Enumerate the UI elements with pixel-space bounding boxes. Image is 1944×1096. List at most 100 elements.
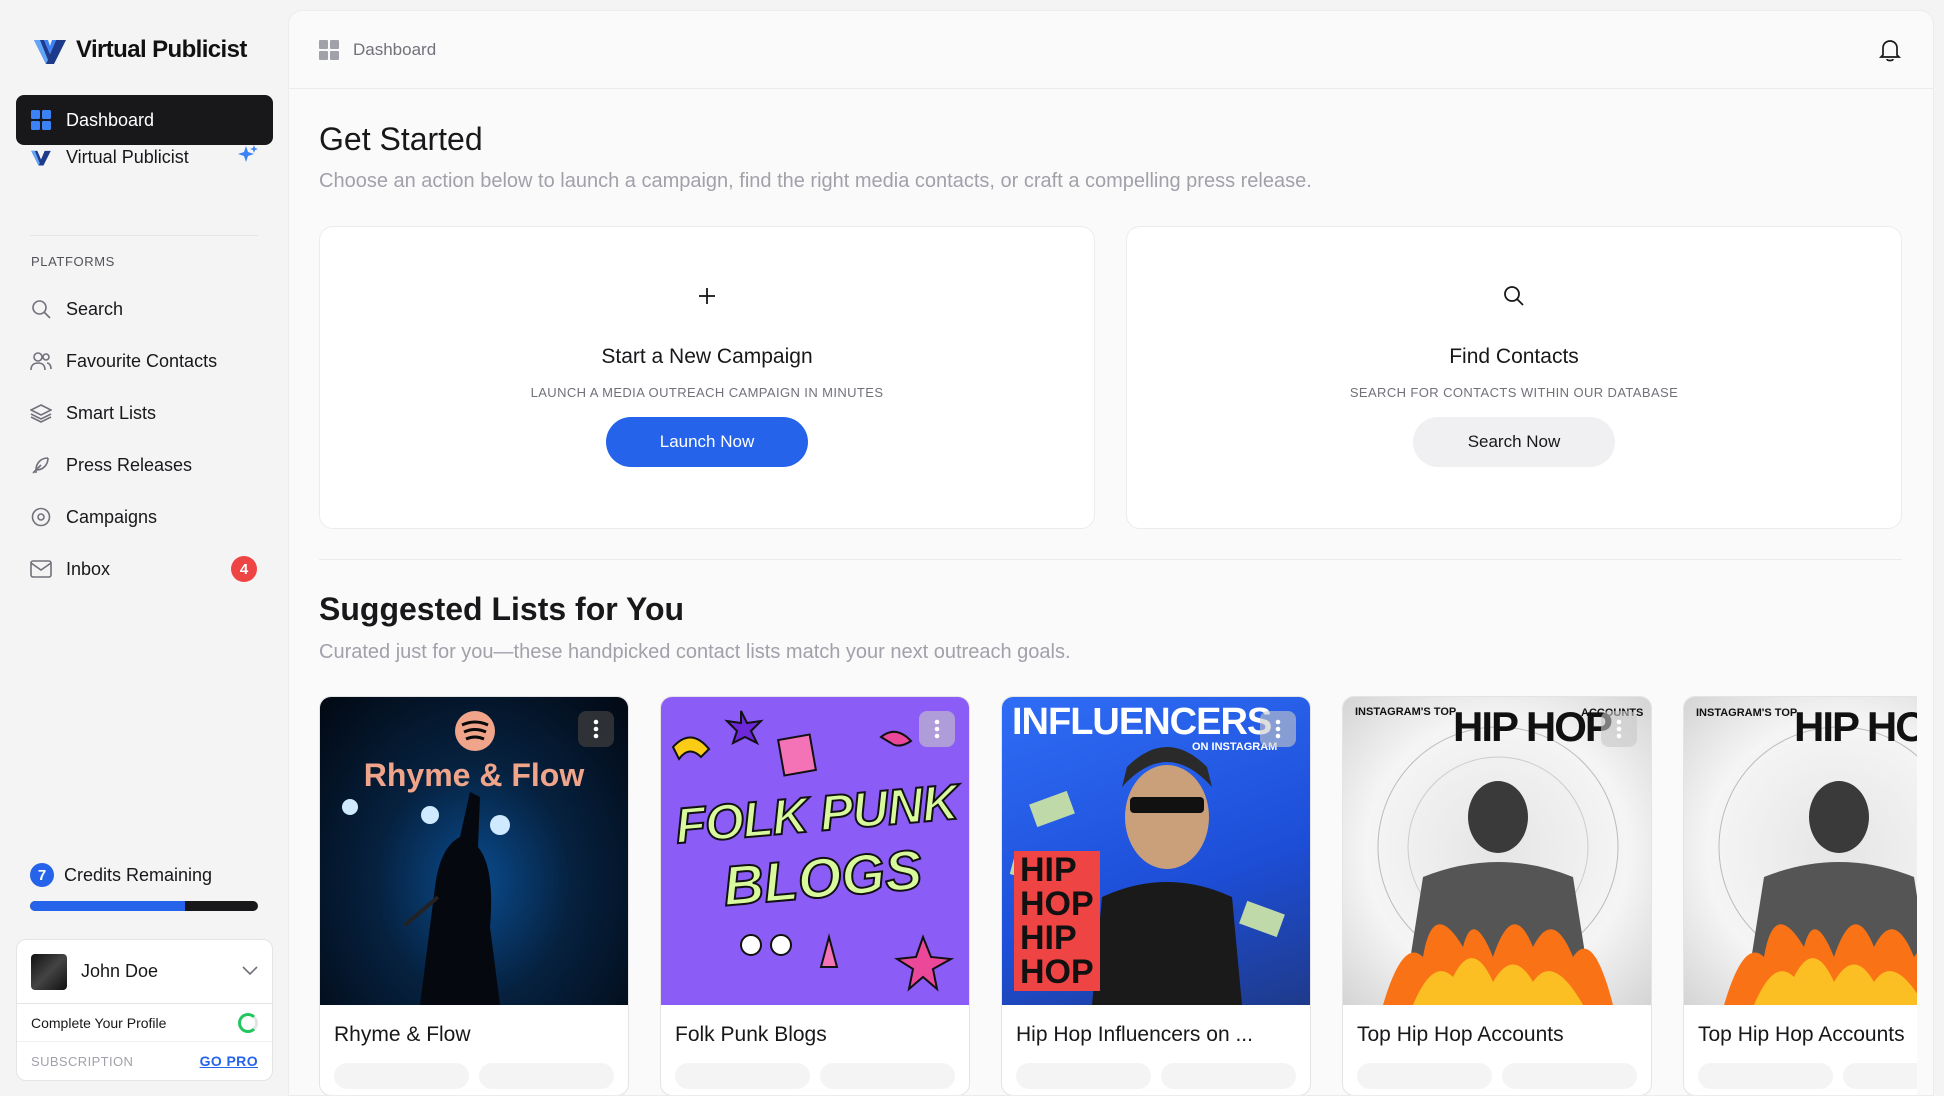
profile-menu-toggle[interactable]: John Doe (17, 940, 272, 1004)
sidebar-item-favourite-contacts[interactable]: Favourite Contacts (16, 336, 273, 386)
app-logo[interactable]: Virtual Publicist (32, 34, 247, 66)
sidebar-item-search[interactable]: Search (16, 284, 273, 334)
card-subtitle: SEARCH FOR CONTACTS WITHIN OUR DATABASE (1349, 385, 1679, 400)
list-tag (479, 1063, 614, 1089)
subscription-row: SUBSCRIPTION GO PRO (17, 1042, 272, 1080)
list-cover-image: INSTAGRAM'S TOP HIP HOP (1684, 697, 1917, 1005)
profile-name: John Doe (81, 961, 159, 981)
card-title: Find Contacts (1449, 345, 1579, 368)
list-card[interactable]: INSTAGRAM'S TOP HIP HOP ACCOUNTS Top Hip… (1342, 696, 1652, 1095)
sidebar-item-smart-lists[interactable]: Smart Lists (16, 388, 273, 438)
list-title: Rhyme & Flow (334, 1023, 471, 1046)
go-pro-link[interactable]: GO PRO (200, 1053, 258, 1069)
list-card-menu-button[interactable] (1601, 711, 1637, 747)
app-root: Virtual Publicist Dashboard Virtual Publ… (0, 0, 1944, 1096)
list-card[interactable]: INFLUENCERS ON INSTAGRAM HIP HOP HIP HOP… (1001, 696, 1311, 1095)
list-tag (1161, 1063, 1296, 1089)
sidebar-item-label: Favourite Contacts (66, 350, 218, 371)
list-cover-word: HOP (1020, 953, 1094, 991)
card-title: Start a New Campaign (601, 345, 813, 368)
credits-panel: 7 Credits Remaining (30, 863, 260, 911)
credits-label: Credits Remaining (64, 864, 213, 885)
sidebar: Virtual Publicist Dashboard Virtual Publ… (0, 0, 288, 1096)
sidebar-item-label: Smart Lists (66, 402, 157, 423)
feather-icon (30, 454, 52, 476)
users-icon (30, 350, 52, 372)
list-cover-hiphop-block: HIP HOP HIP HOP (1014, 851, 1100, 991)
suggested-lists-subtitle: Curated just for you—these handpicked co… (319, 641, 1071, 663)
section-divider (319, 559, 1902, 560)
list-cover-word: HIP (1020, 851, 1077, 889)
list-cover-subtitle: INSTAGRAM'S TOP (1696, 707, 1798, 719)
credits-count: 7 (30, 863, 54, 887)
list-tags (334, 1063, 614, 1089)
subscription-label: SUBSCRIPTION (31, 1053, 134, 1069)
list-tag (1843, 1063, 1917, 1089)
list-cover-image: INSTAGRAM'S TOP HIP HOP ACCOUNTS (1343, 697, 1651, 1005)
sidebar-item-label: Virtual Publicist (66, 146, 189, 167)
start-campaign-card: Start a New Campaign LAUNCH A MEDIA OUTR… (319, 226, 1095, 529)
mail-icon (30, 558, 52, 580)
list-cover-image: INFLUENCERS ON INSTAGRAM HIP HOP HIP HOP (1002, 697, 1310, 1005)
list-cover-word: HIP (1020, 919, 1077, 957)
plus-icon (699, 288, 715, 304)
list-tags (1698, 1063, 1917, 1089)
list-tag (1016, 1063, 1151, 1089)
list-tags (1357, 1063, 1637, 1089)
launch-now-button[interactable]: Launch Now (606, 417, 808, 467)
list-tag (334, 1063, 469, 1089)
sidebar-item-campaigns[interactable]: Campaigns (16, 492, 273, 542)
list-cover-image: Rhyme & Flow (320, 697, 628, 1005)
sidebar-item-inbox[interactable]: Inbox 4 (16, 544, 273, 594)
list-tags (675, 1063, 955, 1089)
target-icon (30, 506, 52, 528)
list-tag (1502, 1063, 1637, 1089)
list-cover-word: HOP (1020, 885, 1094, 923)
find-contacts-card: Find Contacts SEARCH FOR CONTACTS WITHIN… (1126, 226, 1902, 529)
dashboard-grid-icon (319, 39, 339, 60)
sidebar-item-label: Inbox (66, 558, 111, 579)
list-tags (1016, 1063, 1296, 1089)
list-title: Folk Punk Blogs (675, 1023, 827, 1046)
credits-progress-bar (30, 901, 258, 911)
more-vertical-icon (1616, 719, 1622, 739)
topbar: Dashboard (289, 11, 1933, 89)
sidebar-item-press-releases[interactable]: Press Releases (16, 440, 273, 490)
logo-icon (34, 40, 66, 64)
sidebar-item-label: Search (66, 298, 124, 319)
page-subtitle: Choose an action below to launch a campa… (319, 170, 1312, 192)
search-icon (1504, 286, 1524, 306)
chevron-down-icon (242, 963, 258, 981)
profile-progress-ring-icon (238, 1012, 258, 1033)
logo-icon (30, 146, 52, 168)
list-card[interactable]: INSTAGRAM'S TOP HIP HOP Top Hip Hop Acco… (1683, 696, 1917, 1095)
complete-profile-link[interactable]: Complete Your Profile (17, 1004, 272, 1042)
more-vertical-icon (593, 719, 599, 739)
list-tag (820, 1063, 955, 1089)
list-card-menu-button[interactable] (578, 711, 614, 747)
breadcrumb: Dashboard (319, 39, 436, 60)
search-now-button[interactable]: Search Now (1413, 417, 1615, 467)
breadcrumb-label[interactable]: Dashboard (353, 40, 436, 60)
sparkle-icon (237, 144, 259, 171)
search-icon (30, 298, 52, 320)
list-card-menu-button[interactable] (919, 711, 955, 747)
avatar (31, 953, 67, 990)
complete-profile-label: Complete Your Profile (31, 1014, 167, 1031)
suggested-lists-carousel: Rhyme & Flow Rhyme & Flow FOLK PUNK BLOG… (319, 696, 1917, 1095)
sidebar-divider (30, 235, 258, 236)
more-vertical-icon (934, 719, 940, 739)
list-title: Top Hip Hop Accounts (1698, 1023, 1905, 1046)
list-card[interactable]: Rhyme & Flow Rhyme & Flow (319, 696, 629, 1095)
list-cover-subtitle: INSTAGRAM'S TOP (1355, 706, 1457, 718)
page-title: Get Started (319, 121, 483, 157)
main-content: Dashboard Get Started Choose an action b… (288, 10, 1934, 1096)
more-vertical-icon (1275, 719, 1281, 739)
bell-icon[interactable] (1877, 37, 1903, 63)
layers-icon (30, 402, 52, 424)
list-card[interactable]: FOLK PUNK BLOGS Folk Punk Blogs (660, 696, 970, 1095)
list-title: Top Hip Hop Accounts (1357, 1023, 1564, 1046)
list-card-menu-button[interactable] (1260, 711, 1296, 747)
sidebar-item-virtual-publicist[interactable]: Virtual Publicist (16, 132, 273, 182)
card-subtitle: LAUNCH A MEDIA OUTREACH CAMPAIGN IN MINU… (530, 385, 884, 400)
